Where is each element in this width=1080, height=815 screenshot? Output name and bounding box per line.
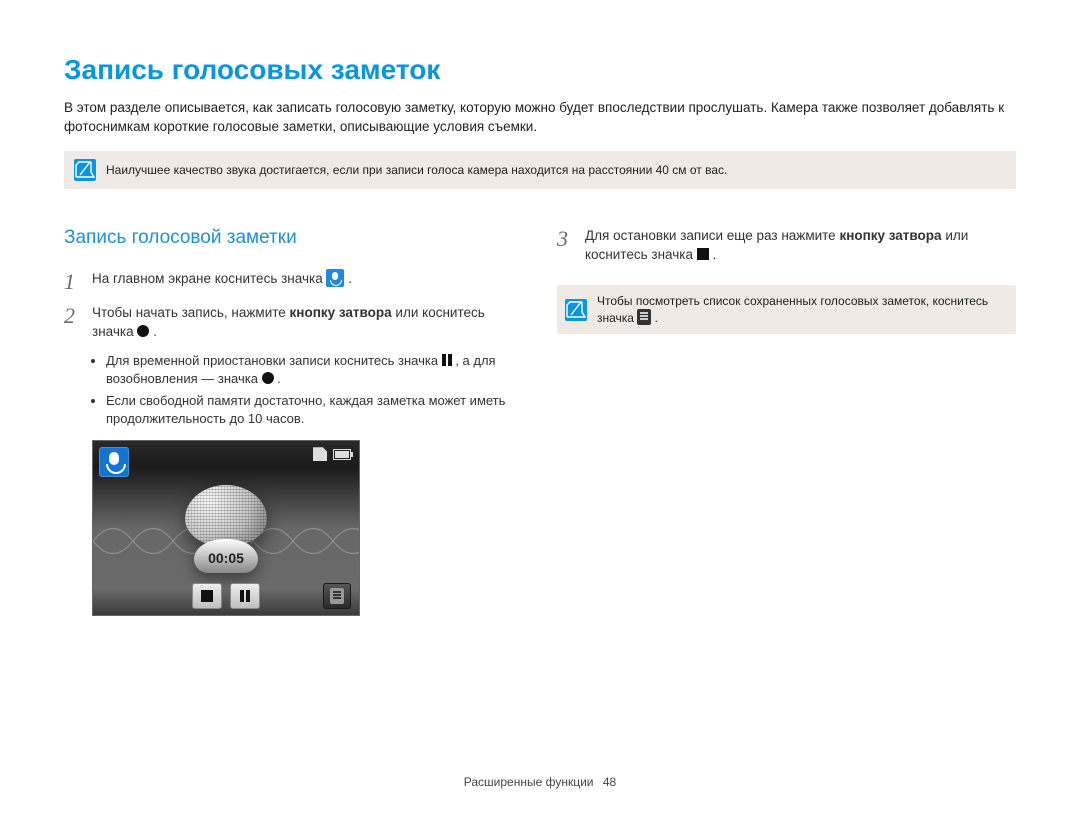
section-title: Запись голосовой заметки [64, 225, 523, 252]
left-column: Запись голосовой заметки 1 На главном эк… [64, 225, 523, 616]
step-2: 2 Чтобы начать запись, нажмите кнопку за… [64, 304, 523, 342]
step-text: На главном экране коснитесь значка [92, 271, 326, 286]
step-text: Для остановки записи еще раз нажмите [585, 228, 839, 243]
list-icon [330, 588, 344, 604]
step-number: 3 [557, 227, 575, 265]
list-icon [637, 309, 651, 325]
two-column-layout: Запись голосовой заметки 1 На главном эк… [64, 225, 1016, 616]
step-2-bullets: Для временной приостановки записи коснит… [106, 352, 523, 429]
note-box-right: Чтобы посмотреть список сохраненных голо… [557, 285, 1016, 335]
device-screenshot: 00:05 [92, 440, 360, 616]
footer-page-number: 48 [603, 775, 616, 789]
record-icon [137, 325, 149, 337]
step-text: . [153, 324, 157, 339]
bullet-text: . [277, 371, 281, 386]
step-text-bold: кнопку затвора [290, 305, 392, 320]
step-text: . [348, 271, 352, 286]
stop-button[interactable] [192, 583, 222, 609]
step-1: 1 На главном экране коснитесь значка . [64, 270, 523, 294]
note-info-icon [565, 299, 587, 321]
battery-icon [333, 449, 351, 460]
step-number: 2 [64, 304, 82, 342]
step-text-bold: кнопку затвора [839, 228, 941, 243]
step-number: 1 [64, 270, 82, 294]
note-box-top: Наилучшее качество звука достигается, ес… [64, 151, 1016, 189]
playback-controls [93, 583, 359, 609]
step-body: Для остановки записи еще раз нажмите кно… [585, 227, 1016, 265]
status-icons [313, 447, 351, 461]
microphone-app-icon [99, 447, 129, 477]
document-page: Запись голосовых заметок В этом разделе … [0, 0, 1080, 815]
sd-card-icon [313, 447, 327, 461]
note-text: Чтобы посмотреть список сохраненных голо… [597, 293, 1008, 327]
step-body: Чтобы начать запись, нажмите кнопку затв… [92, 304, 523, 342]
record-icon [262, 372, 274, 384]
step-text: Чтобы начать запись, нажмите [92, 305, 290, 320]
step-3: 3 Для остановки записи еще раз нажмите к… [557, 227, 1016, 265]
bullet-text: Для временной приостановки записи коснит… [106, 353, 442, 368]
list-item: Для временной приостановки записи коснит… [106, 352, 523, 388]
note-text: Наилучшее качество звука достигается, ес… [106, 162, 727, 179]
note-info-icon [74, 159, 96, 181]
pause-button[interactable] [230, 583, 260, 609]
footer-section: Расширенные функции [464, 775, 594, 789]
page-footer: Расширенные функции 48 [0, 774, 1080, 791]
step-text: . [713, 247, 717, 262]
list-item: Если свободной памяти достаточно, каждая… [106, 392, 523, 428]
note-text-part: . [655, 311, 658, 325]
recording-timer: 00:05 [208, 549, 244, 569]
pause-icon [240, 590, 250, 602]
pause-icon [442, 354, 452, 366]
stop-icon [201, 590, 213, 602]
microphone-app-icon [326, 269, 344, 287]
step-body: На главном экране коснитесь значка . [92, 270, 523, 294]
right-column: 3 Для остановки записи еще раз нажмите к… [557, 225, 1016, 616]
stop-icon [697, 248, 709, 260]
intro-paragraph: В этом разделе описывается, как записать… [64, 99, 1016, 137]
recordings-list-button[interactable] [323, 583, 351, 609]
page-title: Запись голосовых заметок [64, 50, 1016, 89]
